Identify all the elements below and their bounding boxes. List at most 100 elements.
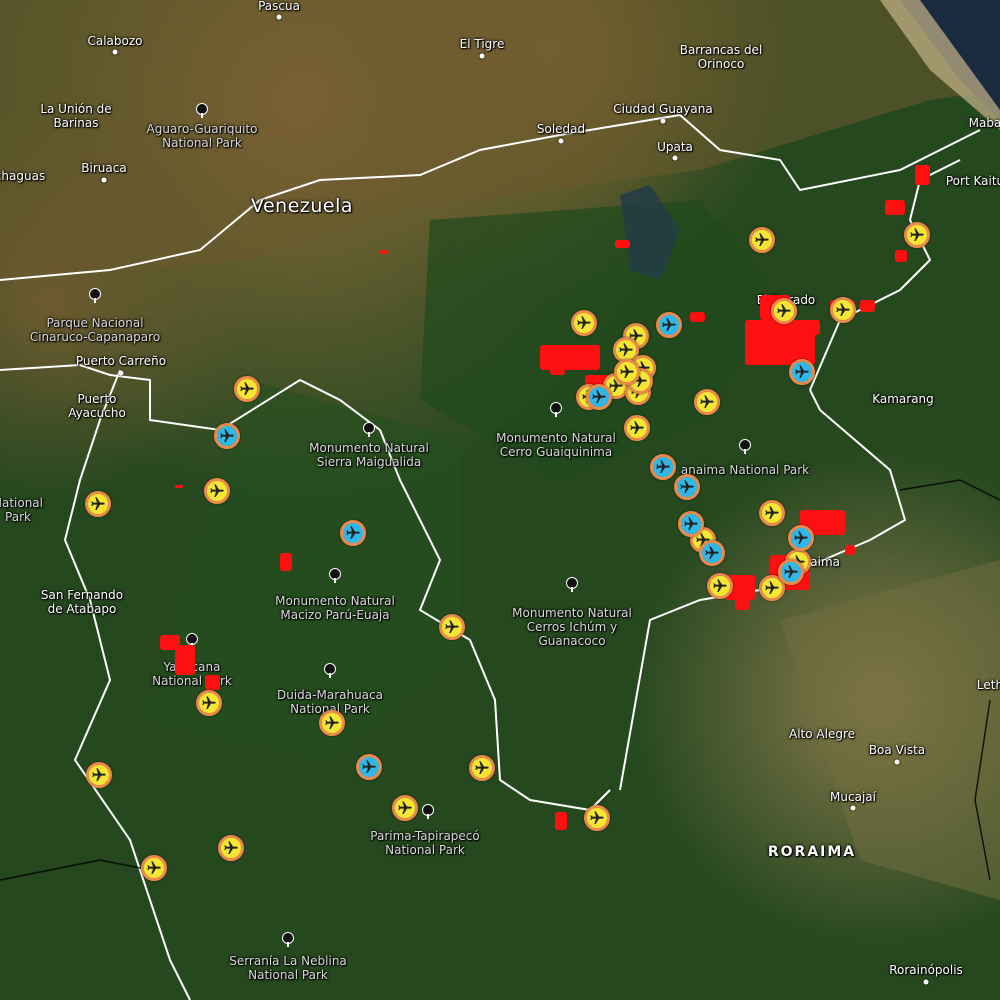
- park-tree-icon: [549, 402, 563, 422]
- airport-marker[interactable]: [571, 310, 597, 336]
- airplane-icon: [91, 497, 105, 510]
- airplane-icon: [765, 506, 779, 519]
- city-dot: [118, 370, 124, 376]
- airplane-icon: [684, 517, 698, 530]
- fire-hotspot-area: [280, 553, 292, 571]
- airplane-icon: [398, 801, 412, 814]
- airplane-icon: [577, 316, 591, 329]
- park-tree-icon: [281, 932, 295, 952]
- airplane-icon: [240, 382, 254, 395]
- park-label: anaima National Park: [680, 463, 810, 477]
- airplane-icon: [147, 861, 161, 874]
- park-label: Parque Nacional Cinaruco-Capanaparo: [29, 316, 161, 344]
- city-label: Upata: [657, 140, 693, 154]
- airplane-icon: [224, 841, 238, 854]
- airport-marker-alt[interactable]: [340, 520, 366, 546]
- airplane-icon: [910, 228, 924, 241]
- airport-marker[interactable]: [614, 359, 640, 385]
- airport-marker[interactable]: [392, 795, 418, 821]
- airplane-icon: [794, 531, 808, 544]
- airplane-icon: [475, 761, 489, 774]
- airport-marker-alt[interactable]: [788, 525, 814, 551]
- airport-marker[interactable]: [624, 415, 650, 441]
- airport-marker-alt[interactable]: [650, 454, 676, 480]
- city-dot: [479, 53, 485, 59]
- airport-marker-alt[interactable]: [789, 359, 815, 385]
- city-label: San Fernando de Atabapo: [40, 588, 124, 616]
- airport-marker-alt[interactable]: [678, 511, 704, 537]
- city-label: Pascua: [258, 0, 300, 13]
- city-label: Alto Alegre: [789, 727, 855, 741]
- city-label: chaguas: [0, 169, 46, 183]
- airplane-icon: [784, 565, 798, 578]
- airport-marker[interactable]: [584, 805, 610, 831]
- park-tree-icon: [328, 568, 342, 588]
- airport-marker-alt[interactable]: [674, 474, 700, 500]
- fire-hotspot-area: [735, 595, 750, 610]
- park-tree-icon: [88, 288, 102, 308]
- airplane-icon: [362, 760, 376, 773]
- airport-marker[interactable]: [234, 376, 260, 402]
- park-tree-icon: [421, 804, 435, 824]
- airplane-icon: [630, 421, 644, 434]
- airplane-icon: [700, 395, 714, 408]
- airplane-icon: [445, 620, 459, 633]
- fire-hotspot-area: [540, 345, 600, 370]
- city-label: Rorainópolis: [889, 963, 963, 977]
- park-tree-icon: [195, 103, 209, 123]
- park-label: Monumento Natural Macizo Parú-Euaja: [275, 594, 395, 622]
- city-label: Maba: [968, 116, 1000, 130]
- city-dot: [112, 49, 118, 55]
- airport-marker-alt[interactable]: [778, 559, 804, 585]
- park-label: Serranía La Neblina National Park: [229, 954, 347, 982]
- airport-marker-alt[interactable]: [214, 423, 240, 449]
- city-dot: [894, 759, 900, 765]
- airplane-icon: [755, 233, 769, 246]
- airport-marker[interactable]: [196, 690, 222, 716]
- airport-marker-alt[interactable]: [586, 384, 612, 410]
- park-tree-icon: [362, 422, 376, 442]
- park-tree-icon: [323, 663, 337, 683]
- city-dot: [558, 138, 564, 144]
- city-dot: [660, 118, 666, 124]
- airport-marker[interactable]: [319, 710, 345, 736]
- airport-marker[interactable]: [218, 835, 244, 861]
- airport-marker[interactable]: [904, 222, 930, 248]
- airport-marker[interactable]: [707, 573, 733, 599]
- city-dot: [101, 177, 107, 183]
- airport-marker[interactable]: [204, 478, 230, 504]
- airport-marker[interactable]: [85, 491, 111, 517]
- airport-marker-alt[interactable]: [356, 754, 382, 780]
- airplane-icon: [662, 318, 676, 331]
- park-tree-icon: [565, 577, 579, 597]
- airport-marker[interactable]: [759, 500, 785, 526]
- fire-hotspot-area: [550, 360, 565, 375]
- park-label: Monumento Natural Sierra Maigualida: [309, 441, 429, 469]
- airport-marker[interactable]: [141, 855, 167, 881]
- fire-hotspot-area: [555, 812, 567, 830]
- park-label: National Park: [0, 496, 43, 524]
- airport-marker[interactable]: [749, 227, 775, 253]
- satellite-map[interactable]: Pascua Calabozo El Tigre Barrancas del Orin…: [0, 0, 1000, 1000]
- airplane-icon: [92, 768, 106, 781]
- park-label: Parima-Tapirapecó National Park: [370, 829, 480, 857]
- city-dot: [672, 155, 678, 161]
- city-label: Calabozo: [87, 34, 143, 48]
- airport-marker[interactable]: [830, 297, 856, 323]
- airport-marker-alt[interactable]: [656, 312, 682, 338]
- airplane-icon: [795, 365, 809, 378]
- airplane-icon: [346, 526, 360, 539]
- airport-marker-alt[interactable]: [699, 540, 725, 566]
- airplane-icon: [713, 579, 727, 592]
- airport-marker[interactable]: [86, 762, 112, 788]
- fire-hotspot-area: [690, 312, 705, 322]
- city-label: Kamarang: [872, 392, 934, 406]
- city-label: Boa Vista: [868, 743, 926, 757]
- airplane-icon: [202, 696, 216, 709]
- airport-marker[interactable]: [439, 614, 465, 640]
- airport-marker[interactable]: [469, 755, 495, 781]
- airport-marker[interactable]: [771, 298, 797, 324]
- airport-marker[interactable]: [694, 389, 720, 415]
- airplane-icon: [592, 390, 606, 403]
- airplane-icon: [680, 480, 694, 493]
